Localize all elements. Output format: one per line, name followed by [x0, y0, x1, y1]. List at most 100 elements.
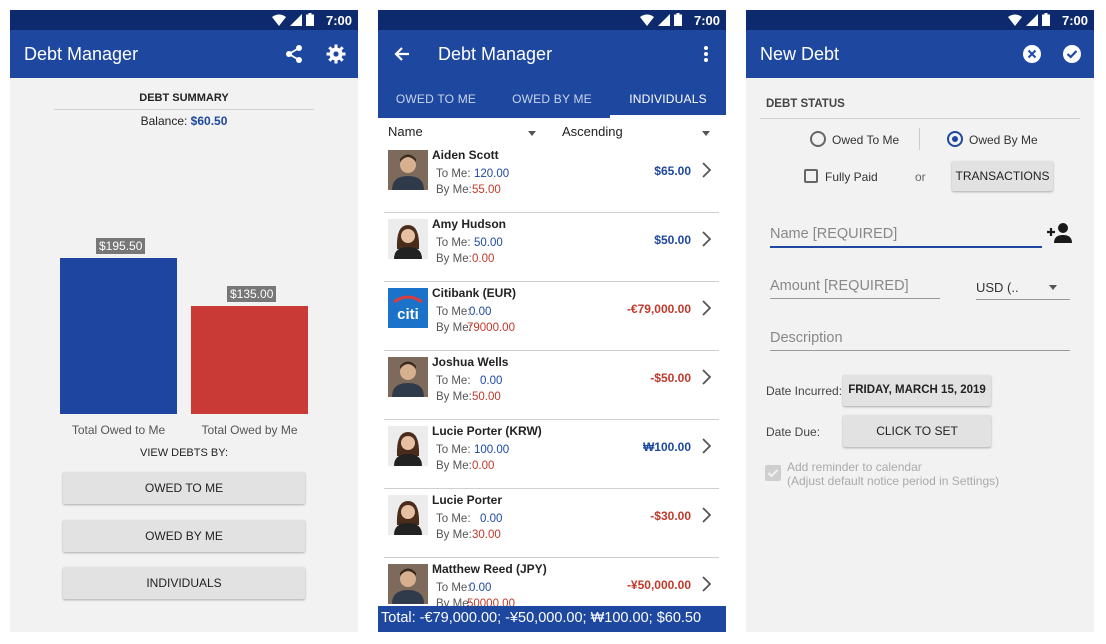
fully-paid-checkbox[interactable] [804, 169, 818, 183]
chevron-right-icon[interactable] [701, 507, 712, 528]
radio-divider [919, 128, 920, 150]
radio-owed-to-me[interactable] [810, 131, 826, 147]
chevron-right-icon[interactable] [701, 576, 712, 597]
chart-bar [191, 306, 308, 414]
tab-owed-by-me[interactable]: OWED BY ME [494, 78, 610, 118]
by-me-value: 55.00 [472, 184, 501, 196]
app-bar: New Debt [746, 30, 1094, 78]
confirm-check-icon[interactable] [1060, 42, 1084, 66]
list-item[interactable]: Joshua Wells To Me: 0.00 By Me: 50.00 -$50.00 [384, 351, 719, 420]
currency-dropdown-icon[interactable] [1049, 285, 1057, 290]
by-me-value: 0.00 [472, 253, 495, 265]
status-bar: 7:00 [10, 10, 358, 30]
by-me-label: By Me: [436, 460, 472, 472]
fully-paid-label: Fully Paid [825, 170, 878, 184]
owed-to-me-button[interactable]: OWED TO ME [63, 472, 305, 504]
back-arrow-icon[interactable] [390, 42, 414, 66]
to-me-value: 0.00 [480, 375, 503, 387]
avatar-female-icon [388, 495, 428, 535]
by-me-label: By Me: [436, 529, 472, 541]
sort-field-dropdown-icon[interactable] [528, 131, 536, 136]
item-name: Citibank (EUR) [432, 286, 516, 300]
battery-icon [1042, 13, 1050, 26]
to-me-value: 0.00 [469, 582, 492, 594]
add-contact-icon[interactable] [1046, 222, 1074, 249]
form-title: New Debt [760, 44, 840, 64]
by-me-value: 30.00 [472, 529, 501, 541]
amount-field[interactable]: Amount [REQUIRED] [770, 278, 940, 299]
balance: Balance: $60.50 [10, 114, 358, 128]
by-me-value: 79000.00 [467, 322, 515, 334]
date-due-label: Date Due: [766, 425, 821, 439]
list-item[interactable]: Lucie Porter (KRW) To Me: 100.00 By Me: 0.00… [384, 420, 719, 489]
tab-individuals[interactable]: INDIVIDUALS [610, 78, 726, 118]
sort-order-dropdown-icon[interactable] [702, 131, 710, 136]
list-item[interactable]: Lucie Porter To Me: 0.00 By Me: 30.00 -$30.00 [384, 489, 719, 558]
chevron-right-icon[interactable] [701, 162, 712, 183]
item-balance: ₩100.00 [642, 440, 691, 454]
sort-bar: Name Ascending [378, 122, 726, 144]
chart-category-label: Total Owed to Me [71, 423, 166, 437]
reminder-label: Add reminder to calendar [787, 460, 922, 474]
total-bar: Total: -€79,000.00; -¥50,000.00; ₩100.00… [378, 606, 726, 632]
signal-icon [1026, 13, 1038, 26]
close-circle-icon[interactable] [1020, 42, 1044, 66]
date-incurred-button[interactable]: FRIDAY, MARCH 15, 2019 [843, 375, 991, 406]
by-me-label: By Me: [436, 253, 472, 265]
radio-owed-by-me-label: Owed By Me [969, 133, 1038, 147]
item-balance: $50.00 [654, 233, 691, 247]
avatar-female-icon [388, 426, 428, 466]
item-balance: -€79,000.00 [626, 302, 691, 316]
chart-category-label: Total Owed by Me [201, 423, 298, 437]
list-item[interactable]: Amy Hudson To Me: 50.00 By Me: 0.00 $50.00 [384, 213, 719, 282]
to-me-label: To Me: [436, 582, 471, 594]
settings-gear-icon[interactable] [324, 42, 348, 66]
to-me-value: 50.00 [474, 237, 503, 249]
balance-value: $60.50 [190, 114, 228, 128]
reminder-checkbox[interactable] [765, 465, 781, 481]
balance-label: Balance: [140, 114, 188, 128]
to-me-label: To Me: [436, 375, 471, 387]
share-icon[interactable] [282, 42, 306, 66]
chart-bar [60, 258, 177, 414]
to-me-label: To Me: [436, 237, 471, 249]
status-time: 7:00 [1061, 13, 1088, 28]
debt-status-title: DEBT STATUS [766, 98, 845, 110]
more-vert-icon[interactable] [694, 42, 718, 66]
sort-field-select[interactable]: Name [388, 124, 423, 139]
tab-owed-to-me[interactable]: OWED TO ME [378, 78, 494, 118]
new-debt-screen: 7:00 New Debt DEBT STATUS Owed To Me Owe… [746, 10, 1094, 632]
list-item[interactable]: citi Citibank (EUR) To Me: 0.00 By Me: 79000.… [384, 282, 719, 351]
view-debts-by-label: VIEW DEBTS BY: [139, 447, 229, 459]
item-name: Lucie Porter (KRW) [432, 424, 542, 438]
owed-by-me-button[interactable]: OWED BY ME [63, 520, 305, 552]
individuals-button[interactable]: INDIVIDUALS [63, 567, 305, 599]
item-balance: -¥50,000.00 [626, 578, 691, 592]
chevron-right-icon[interactable] [701, 369, 712, 390]
chevron-right-icon[interactable] [701, 438, 712, 459]
to-me-value: 100.00 [474, 444, 510, 456]
date-due-button[interactable]: CLICK TO SET [843, 415, 991, 447]
list-item[interactable]: Aiden Scott To Me: 120.00 By Me: 55.00 $65.00 [384, 144, 719, 213]
app-bar: Debt Manager [378, 30, 726, 78]
name-field[interactable]: Name [REQUIRED] [770, 226, 1042, 248]
svg-text:citi: citi [397, 306, 419, 323]
radio-owed-by-me[interactable] [947, 131, 963, 147]
avatar-female-icon [388, 219, 428, 259]
avatar-male-icon [388, 150, 428, 190]
item-name: Amy Hudson [432, 217, 507, 231]
chevron-right-icon[interactable] [701, 300, 712, 321]
by-me-value: 50.00 [472, 391, 501, 403]
transactions-button[interactable]: TRANSACTIONS [952, 161, 1053, 191]
to-me-value: 120.00 [474, 168, 510, 180]
item-name: Lucie Porter [432, 493, 503, 507]
description-field[interactable]: Description [770, 330, 1070, 351]
chevron-right-icon[interactable] [701, 231, 712, 252]
app-bar: Debt Manager [10, 30, 358, 78]
reminder-note: (Adjust default notice period in Setting… [787, 474, 1000, 488]
wifi-icon [272, 14, 286, 26]
signal-icon [658, 13, 670, 26]
sort-order-select[interactable]: Ascending [562, 124, 623, 139]
by-me-label: By Me: [436, 391, 472, 403]
app-title: Debt Manager [24, 44, 139, 64]
